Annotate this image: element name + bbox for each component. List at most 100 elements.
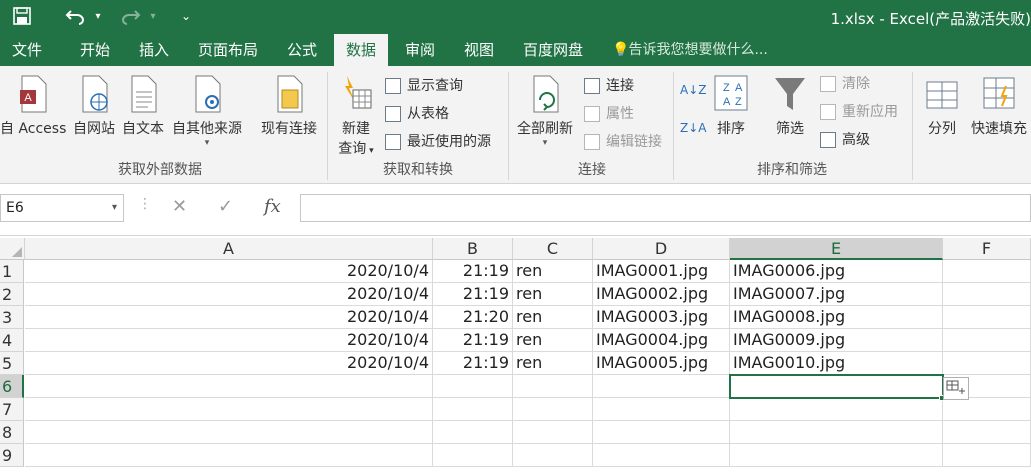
column-header-d[interactable]: D bbox=[593, 238, 730, 260]
cell-e5[interactable]: IMAG0010.jpg bbox=[730, 352, 943, 375]
cell-c6[interactable] bbox=[513, 375, 593, 398]
enter-icon[interactable]: ✓ bbox=[218, 196, 233, 217]
column-header-f[interactable]: F bbox=[943, 238, 1031, 260]
tab-data[interactable]: 数据 bbox=[334, 34, 389, 66]
cell-d6[interactable] bbox=[593, 375, 730, 398]
cell-e2[interactable]: IMAG0007.jpg bbox=[730, 283, 943, 306]
cell-b5[interactable]: 21:19 bbox=[433, 352, 513, 375]
clear-button[interactable]: 清除 bbox=[818, 72, 870, 96]
tell-me-box[interactable]: 💡 告诉我您想要做什么... bbox=[612, 34, 768, 66]
cell-e4[interactable]: IMAG0009.jpg bbox=[730, 329, 943, 352]
sort-z-to-a-button[interactable]: Z↓A bbox=[680, 116, 706, 140]
cell-d4[interactable]: IMAG0004.jpg bbox=[593, 329, 730, 352]
cell-a9[interactable] bbox=[25, 444, 433, 467]
cell-e7[interactable] bbox=[730, 398, 943, 421]
text-to-columns-button[interactable]: 分列 bbox=[920, 74, 964, 138]
customize-qat-icon[interactable]: ⌄ bbox=[178, 6, 194, 26]
cell-c3[interactable]: ren bbox=[513, 306, 593, 329]
cell-b6[interactable] bbox=[433, 375, 513, 398]
cell-a2[interactable]: 2020/10/4 bbox=[25, 283, 433, 306]
cell-a6[interactable] bbox=[25, 375, 433, 398]
edit-links-button[interactable]: 编辑链接 bbox=[582, 130, 662, 154]
cell-c9[interactable] bbox=[513, 444, 593, 467]
cell-a5[interactable]: 2020/10/4 bbox=[25, 352, 433, 375]
save-icon[interactable] bbox=[10, 6, 34, 26]
redo-dropdown-icon[interactable]: ▾ bbox=[148, 6, 158, 26]
column-header-c[interactable]: C bbox=[513, 238, 593, 260]
from-text-button[interactable]: 自文本 bbox=[119, 74, 167, 138]
cell-a7[interactable] bbox=[25, 398, 433, 421]
cell-c7[interactable] bbox=[513, 398, 593, 421]
row-header-3[interactable]: 3 bbox=[0, 306, 24, 329]
undo-icon[interactable] bbox=[62, 6, 88, 26]
cell-f7[interactable] bbox=[943, 398, 1031, 421]
cell-e9[interactable] bbox=[730, 444, 943, 467]
cell-c8[interactable] bbox=[513, 421, 593, 444]
cell-a1[interactable]: 2020/10/4 bbox=[25, 260, 433, 283]
row-header-1[interactable]: 1 bbox=[0, 260, 24, 283]
sort-a-to-z-button[interactable]: A↓Z bbox=[680, 78, 706, 102]
cell-c1[interactable]: ren bbox=[513, 260, 593, 283]
cell-b9[interactable] bbox=[433, 444, 513, 467]
row-header-8[interactable]: 8 bbox=[0, 421, 24, 444]
refresh-all-button[interactable]: 全部刷新 ▾ bbox=[512, 74, 578, 148]
cell-f4[interactable] bbox=[943, 329, 1031, 352]
row-header-9[interactable]: 9 bbox=[0, 444, 24, 467]
new-query-button[interactable]: 新建 查询 ▾ bbox=[332, 74, 380, 158]
cancel-icon[interactable]: ✕ bbox=[172, 196, 187, 217]
cell-b7[interactable] bbox=[433, 398, 513, 421]
cell-f2[interactable] bbox=[943, 283, 1031, 306]
name-box[interactable]: E6 ▾ bbox=[0, 194, 124, 222]
cell-f3[interactable] bbox=[943, 306, 1031, 329]
tab-formulas[interactable]: 公式 bbox=[275, 34, 329, 66]
cell-d8[interactable] bbox=[593, 421, 730, 444]
cell-f9[interactable] bbox=[943, 444, 1031, 467]
tab-page-layout[interactable]: 页面布局 bbox=[186, 34, 270, 66]
cell-d7[interactable] bbox=[593, 398, 730, 421]
undo-dropdown-icon[interactable]: ▾ bbox=[92, 6, 104, 26]
tab-view[interactable]: 视图 bbox=[452, 34, 506, 66]
cell-f5[interactable] bbox=[943, 352, 1031, 375]
reapply-button[interactable]: 重新应用 bbox=[818, 100, 898, 124]
formula-input[interactable] bbox=[300, 194, 1031, 222]
cell-c5[interactable]: ren bbox=[513, 352, 593, 375]
cell-d1[interactable]: IMAG0001.jpg bbox=[593, 260, 730, 283]
cell-e8[interactable] bbox=[730, 421, 943, 444]
cell-d2[interactable]: IMAG0002.jpg bbox=[593, 283, 730, 306]
filter-button[interactable]: 筛选 bbox=[768, 74, 812, 138]
cell-b4[interactable]: 21:19 bbox=[433, 329, 513, 352]
cell-a4[interactable]: 2020/10/4 bbox=[25, 329, 433, 352]
from-other-sources-button[interactable]: 自其他来源 ▾ bbox=[168, 74, 246, 148]
tab-home[interactable]: 开始 bbox=[68, 34, 122, 66]
sort-button[interactable]: ZAAZ 排序 bbox=[710, 74, 752, 138]
row-header-4[interactable]: 4 bbox=[0, 329, 24, 352]
tab-review[interactable]: 审阅 bbox=[393, 34, 447, 66]
cell-f1[interactable] bbox=[943, 260, 1031, 283]
select-all-corner[interactable] bbox=[0, 238, 25, 260]
from-table-button[interactable]: 从表格 bbox=[383, 102, 449, 126]
cell-a8[interactable] bbox=[25, 421, 433, 444]
row-header-6[interactable]: 6 bbox=[0, 375, 24, 398]
quick-analysis-button[interactable] bbox=[943, 377, 969, 400]
column-header-a[interactable]: A bbox=[25, 238, 433, 260]
column-header-b[interactable]: B bbox=[433, 238, 513, 260]
tab-file[interactable]: 文件 bbox=[0, 34, 54, 66]
advanced-filter-button[interactable]: 高级 bbox=[818, 128, 870, 152]
recent-sources-button[interactable]: 最近使用的源 bbox=[383, 130, 491, 154]
properties-button[interactable]: 属性 bbox=[582, 102, 634, 126]
from-web-button[interactable]: 自网站 bbox=[70, 74, 118, 138]
flash-fill-button[interactable]: 快速填充 bbox=[968, 74, 1030, 138]
from-access-button[interactable]: A 自 Access bbox=[0, 74, 66, 138]
row-header-2[interactable]: 2 bbox=[0, 283, 24, 306]
existing-connections-button[interactable]: 现有连接 bbox=[257, 74, 321, 138]
name-box-dropdown-icon[interactable]: ▾ bbox=[112, 195, 117, 221]
cell-b1[interactable]: 21:19 bbox=[433, 260, 513, 283]
row-header-7[interactable]: 7 bbox=[0, 398, 24, 421]
cell-b8[interactable] bbox=[433, 421, 513, 444]
row-header-5[interactable]: 5 bbox=[0, 352, 24, 375]
column-header-e[interactable]: E bbox=[730, 238, 943, 260]
cell-d9[interactable] bbox=[593, 444, 730, 467]
cell-b2[interactable]: 21:19 bbox=[433, 283, 513, 306]
cell-d3[interactable]: IMAG0003.jpg bbox=[593, 306, 730, 329]
cell-e1[interactable]: IMAG0006.jpg bbox=[730, 260, 943, 283]
